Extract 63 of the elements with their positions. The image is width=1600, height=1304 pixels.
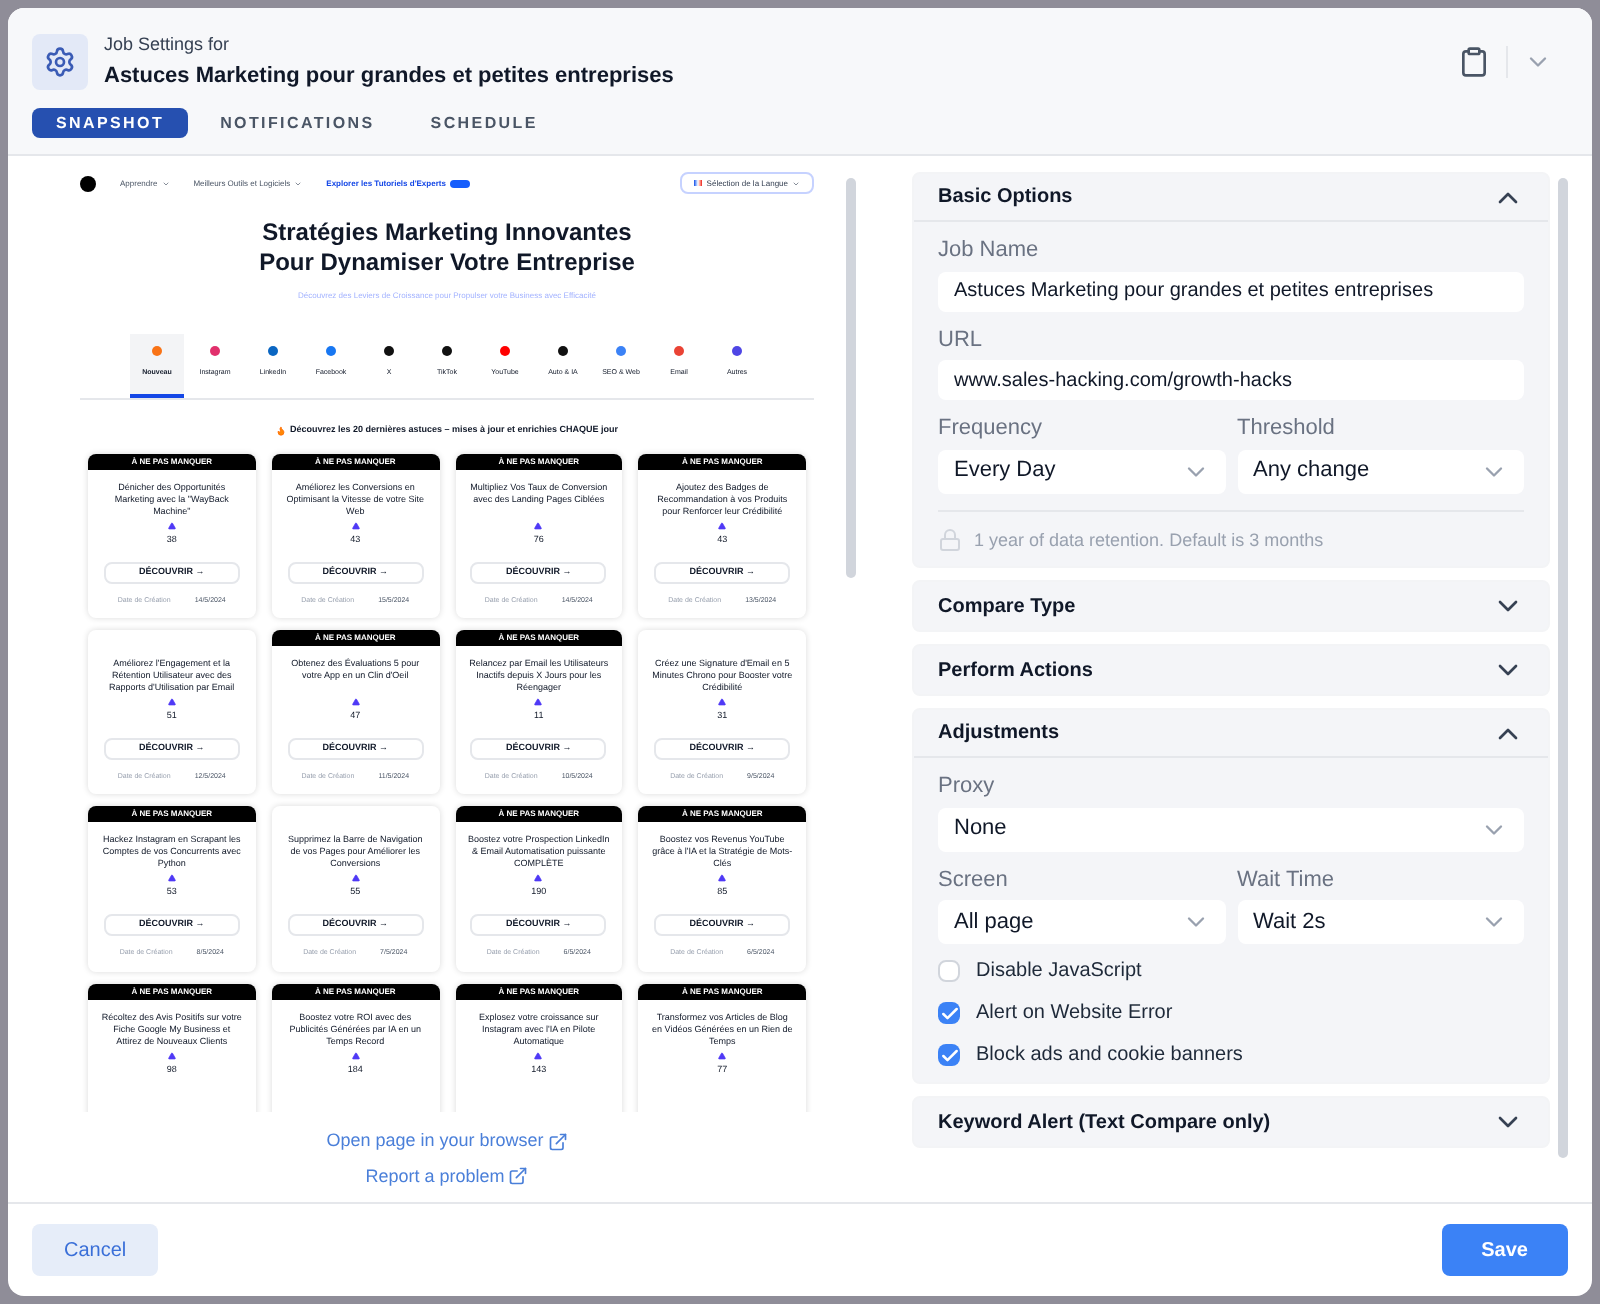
cancel-button[interactable]: Cancel [32, 1224, 159, 1276]
section-header[interactable]: Basic Options [914, 174, 1548, 222]
section-header[interactable]: Perform Actions [914, 646, 1548, 694]
checkbox[interactable] [938, 1044, 960, 1066]
logo-icon [80, 175, 96, 191]
upvote-icon[interactable] [718, 521, 727, 530]
scrollbar[interactable] [1558, 178, 1568, 1158]
job-title: Astuces Marketing pour grandes et petites entreprises [104, 61, 676, 91]
external-link-icon [547, 1131, 568, 1152]
external-link-icon [508, 1166, 529, 1187]
field-label: Job Name [938, 236, 1041, 266]
tab[interactable]: SNAPSHOT [32, 108, 189, 138]
upvote-icon[interactable] [534, 521, 543, 530]
upvote-icon[interactable] [534, 874, 543, 883]
input-field[interactable]: Astuces Marketing pour grandes et petites entreprises [938, 271, 1524, 311]
section-header[interactable]: Keyword Alert (Text Compare only) [914, 1098, 1548, 1146]
dropdown[interactable]: Every Day [938, 449, 1225, 493]
label-pill [449, 179, 470, 187]
header-caption: Job Settings for [104, 32, 232, 58]
section-header[interactable]: Compare Type [914, 582, 1548, 630]
upvote-icon[interactable] [534, 1051, 543, 1059]
dropdown[interactable]: None [938, 807, 1524, 851]
checkbox[interactable] [938, 960, 960, 982]
checkbox[interactable] [938, 1002, 960, 1024]
field-label: Screen [938, 865, 1010, 895]
upvote-icon[interactable] [167, 1051, 176, 1059]
upvote-icon[interactable] [167, 698, 176, 706]
save-button[interactable]: Save [1441, 1224, 1568, 1276]
flag-icon [694, 180, 703, 186]
upvote-icon[interactable] [351, 1051, 360, 1059]
dropdown[interactable]: All page [938, 900, 1225, 944]
upvote-icon[interactable] [718, 698, 727, 706]
upvote-icon[interactable] [718, 1051, 727, 1059]
open-page-link[interactable]: Open page in your browser [326, 1128, 544, 1155]
report-problem-link[interactable]: Report a problem [365, 1163, 505, 1190]
input-field[interactable]: www.sales-hacking.com/growth-hacks [938, 360, 1524, 400]
page-heading: Stratégies Marketing Innovantes Pour Dynamiser Votre Entreprise [257, 218, 637, 278]
section-header[interactable]: Adjustments [914, 710, 1548, 758]
settings-icon [44, 46, 76, 78]
scrollbar[interactable] [846, 178, 856, 578]
tab[interactable]: SCHEDULE [406, 108, 562, 138]
lock-icon [938, 528, 962, 553]
flame-icon [275, 425, 286, 436]
upvote-icon[interactable] [351, 874, 360, 883]
upvote-icon[interactable] [351, 698, 360, 706]
field-label: Threshold [1237, 414, 1337, 444]
dropdown[interactable]: Wait 2s [1237, 900, 1524, 944]
dropdown[interactable]: Any change [1237, 449, 1524, 493]
field-label: Wait Time [1237, 865, 1336, 895]
retention-note: 1 year of data retention. Default is 3 months [974, 527, 1324, 554]
checkbox-label: Disable JavaScript [976, 958, 1142, 986]
tab[interactable]: NOTIFICATIONS [196, 108, 399, 138]
clipboard-icon[interactable] [1458, 46, 1490, 78]
checkbox-label: Block ads and cookie banners [976, 1042, 1243, 1070]
field-label: Proxy [938, 772, 997, 802]
upvote-icon[interactable] [167, 521, 176, 530]
field-label: URL [938, 325, 985, 355]
checkbox-label: Alert on Website Error [976, 1000, 1173, 1028]
upvote-icon[interactable] [718, 874, 727, 883]
upvote-icon[interactable] [167, 874, 176, 883]
field-label: Frequency [938, 414, 1044, 444]
upvote-icon[interactable] [534, 698, 543, 706]
upvote-icon[interactable] [351, 521, 360, 530]
